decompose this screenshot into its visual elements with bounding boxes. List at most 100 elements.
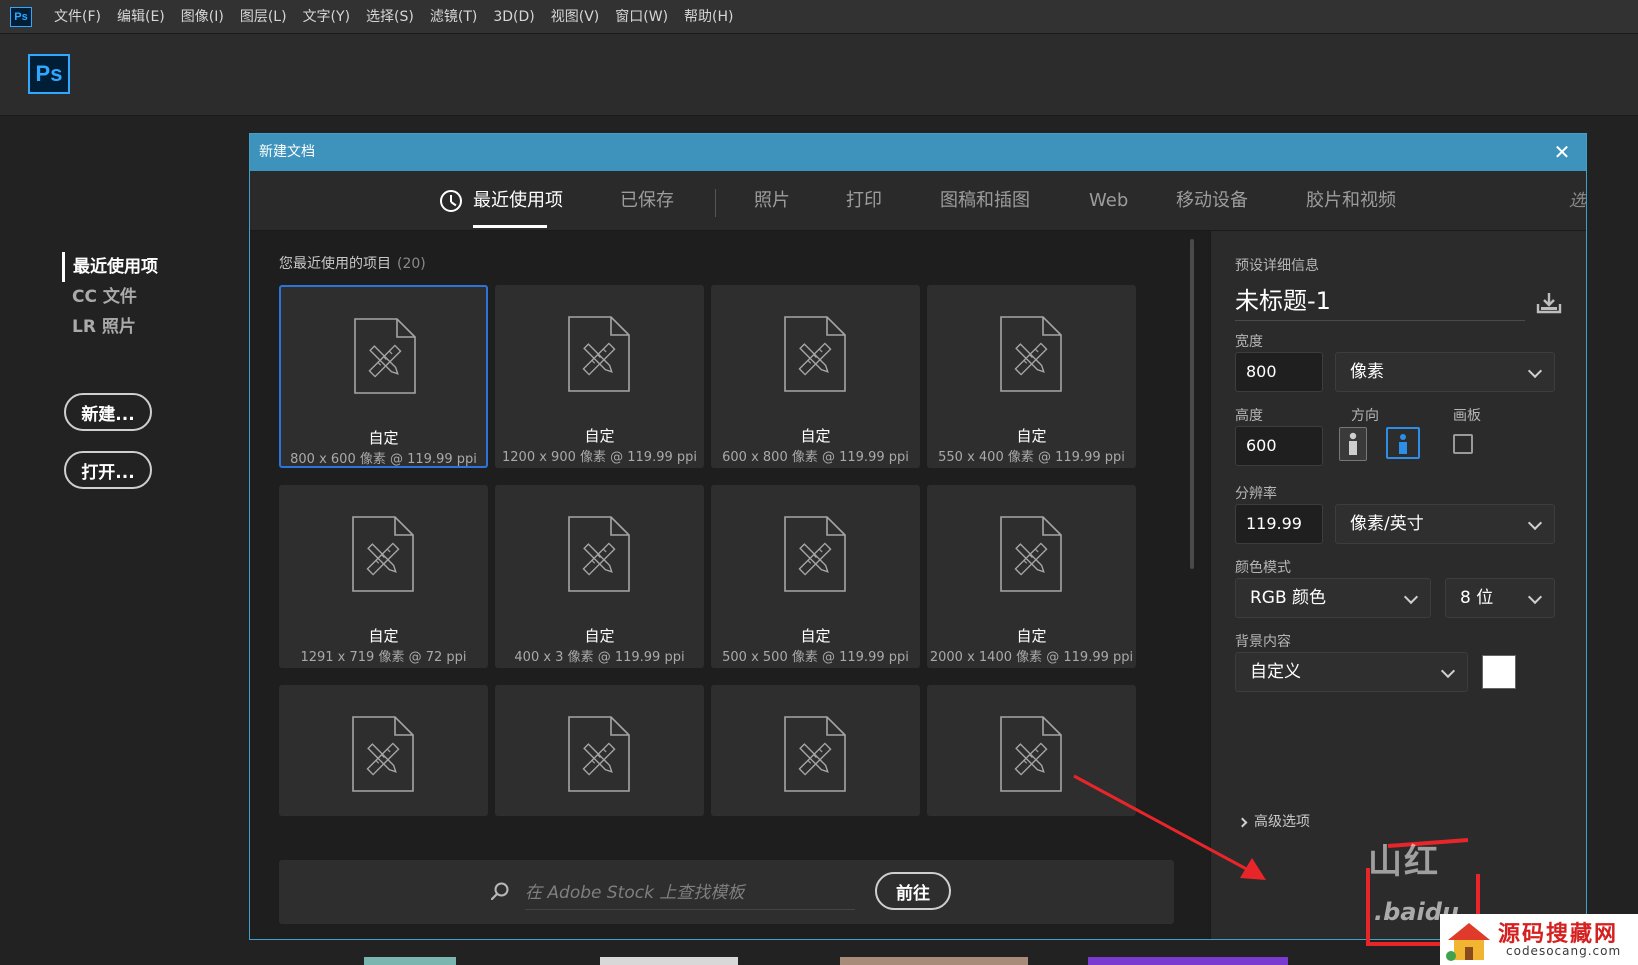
document-icon [568,516,630,592]
width-unit-select[interactable]: 像素 [1335,352,1555,392]
stock-search-input[interactable] [525,876,855,910]
preset-dimensions: 500 x 500 像素 @ 119.99 ppi [722,650,909,665]
save-preset-icon[interactable] [1535,291,1563,315]
site-watermark: 源码搜藏网 codesocang.com [1440,914,1638,965]
menu-file[interactable]: 文件(F) [46,0,109,34]
nav-cc-files[interactable]: CC 文件 [62,282,158,312]
chevron-down-icon [1527,515,1543,531]
document-icon [568,316,630,392]
close-icon[interactable]: ✕ [1550,134,1574,171]
advanced-options-toggle[interactable]: 高级选项 [1237,811,1310,831]
preset-card[interactable] [927,685,1136,816]
preset-card[interactable]: 自定 400 x 3 像素 @ 119.99 ppi [495,485,704,668]
menu-view[interactable]: 视图(V) [543,0,608,34]
artboard-checkbox[interactable] [1453,434,1473,454]
menu-select[interactable]: 选择(S) [358,0,422,34]
orientation-label: 方向 [1351,408,1379,424]
menu-window[interactable]: 窗口(W) [607,0,676,34]
document-name-field[interactable]: 未标题-1 [1235,281,1525,321]
menu-type[interactable]: 文字(Y) [295,0,358,34]
nav-recent[interactable]: 最近使用项 [62,252,158,282]
preset-card[interactable] [495,685,704,816]
photoshop-app-icon: Ps [10,6,32,27]
grid-scrollbar[interactable] [1190,239,1194,569]
new-button[interactable]: 新建... [64,393,152,431]
photoshop-logo: Ps [28,54,70,94]
document-icon [784,316,846,392]
chevron-right-icon [1237,817,1248,828]
resolution-unit-value: 像素/英寸 [1350,514,1424,534]
menu-layer[interactable]: 图层(L) [232,0,295,34]
height-input[interactable]: 600 [1235,426,1323,466]
preset-title: 自定 [800,427,831,445]
tab-photo[interactable]: 照片 [754,171,790,231]
resolution-unit-select[interactable]: 像素/英寸 [1335,504,1555,544]
open-button[interactable]: 打开... [64,451,152,489]
background-color-swatch[interactable] [1482,655,1516,689]
artboard-label: 画板 [1453,408,1481,424]
background-value: 自定义 [1250,662,1301,682]
document-icon [352,516,414,592]
bit-depth-select[interactable]: 8 位 [1445,578,1555,618]
document-icon [784,516,846,592]
preset-title: 自定 [1016,427,1047,445]
landscape-orientation-button[interactable] [1386,427,1420,459]
tab-art-illustration[interactable]: 图稿和插图 [940,171,1030,231]
recent-heading-label: 您最近使用的项目 [279,256,391,272]
tab-print[interactable]: 打印 [846,171,882,231]
width-unit-value: 像素 [1350,362,1384,382]
preset-card[interactable]: 自定 1291 x 719 像素 @ 72 ppi [279,485,488,668]
tab-active-indicator [473,225,547,228]
bottom-thumbnail[interactable] [364,957,456,965]
preset-card[interactable]: 自定 500 x 500 像素 @ 119.99 ppi [711,485,920,668]
bottom-thumbnail[interactable] [840,957,1028,965]
preset-card[interactable]: 自定 600 x 800 像素 @ 119.99 ppi [711,285,920,468]
go-button[interactable]: 前往 [875,872,951,910]
chevron-down-icon [1527,363,1543,379]
baidu-watermark: 山红 [1368,842,1440,882]
chevron-down-icon [1403,589,1419,605]
color-mode-value: RGB 颜色 [1250,588,1327,608]
resolution-input[interactable]: 119.99 [1235,504,1323,544]
preset-card[interactable]: 自定 550 x 400 像素 @ 119.99 ppi [927,285,1136,468]
preset-title: 自定 [368,627,399,645]
tab-film-video[interactable]: 胶片和视频 [1306,171,1396,231]
preset-title: 自定 [1016,627,1047,645]
height-label: 高度 [1235,408,1263,424]
menu-3d[interactable]: 3D(D) [485,0,542,34]
preset-tabs: 最近使用项 已保存 照片 打印 图稿和插图 Web 移动设备 胶片和视频 选最近 [250,171,1586,231]
width-input[interactable]: 800 [1235,352,1323,392]
menu-filter[interactable]: 滤镜(T) [422,0,485,34]
menu-edit[interactable]: 编辑(E) [109,0,173,34]
tab-web[interactable]: Web [1089,171,1128,231]
preset-dimensions: 800 x 600 像素 @ 119.99 ppi [290,452,477,467]
bit-depth-value: 8 位 [1460,588,1494,608]
tab-divider [715,189,716,217]
preset-dimensions: 550 x 400 像素 @ 119.99 ppi [938,450,1125,465]
preset-card[interactable] [279,685,488,816]
color-mode-select[interactable]: RGB 颜色 [1235,578,1431,618]
bottom-thumbnail[interactable] [1088,957,1288,965]
preset-card[interactable] [711,685,920,816]
resolution-label: 分辨率 [1235,486,1277,502]
landscape-figure-icon [1399,434,1407,454]
preset-card[interactable]: 自定 1200 x 900 像素 @ 119.99 ppi [495,285,704,468]
app-header: Ps [0,34,1638,116]
tab-saved[interactable]: 已保存 [620,171,674,231]
nav-lr-photos[interactable]: LR 照片 [62,312,158,342]
background-select[interactable]: 自定义 [1235,652,1468,692]
preset-card[interactable]: 自定 800 x 600 像素 @ 119.99 ppi [279,285,488,468]
preset-title: 自定 [584,627,615,645]
preset-card[interactable]: 自定 2000 x 1400 像素 @ 119.99 ppi [927,485,1136,668]
dialog-title: 新建文档 [259,144,315,160]
menu-help[interactable]: 帮助(H) [676,0,741,34]
background-label: 背景内容 [1235,634,1291,650]
tab-mobile[interactable]: 移动设备 [1176,171,1248,231]
portrait-orientation-button[interactable] [1339,427,1367,461]
width-label: 宽度 [1235,334,1263,350]
search-icon [491,882,509,900]
preset-details-title: 预设详细信息 [1235,258,1319,274]
menu-image[interactable]: 图像(I) [173,0,232,34]
bottom-thumbnail[interactable] [600,957,738,965]
tab-recent[interactable]: 最近使用项 [473,171,563,231]
